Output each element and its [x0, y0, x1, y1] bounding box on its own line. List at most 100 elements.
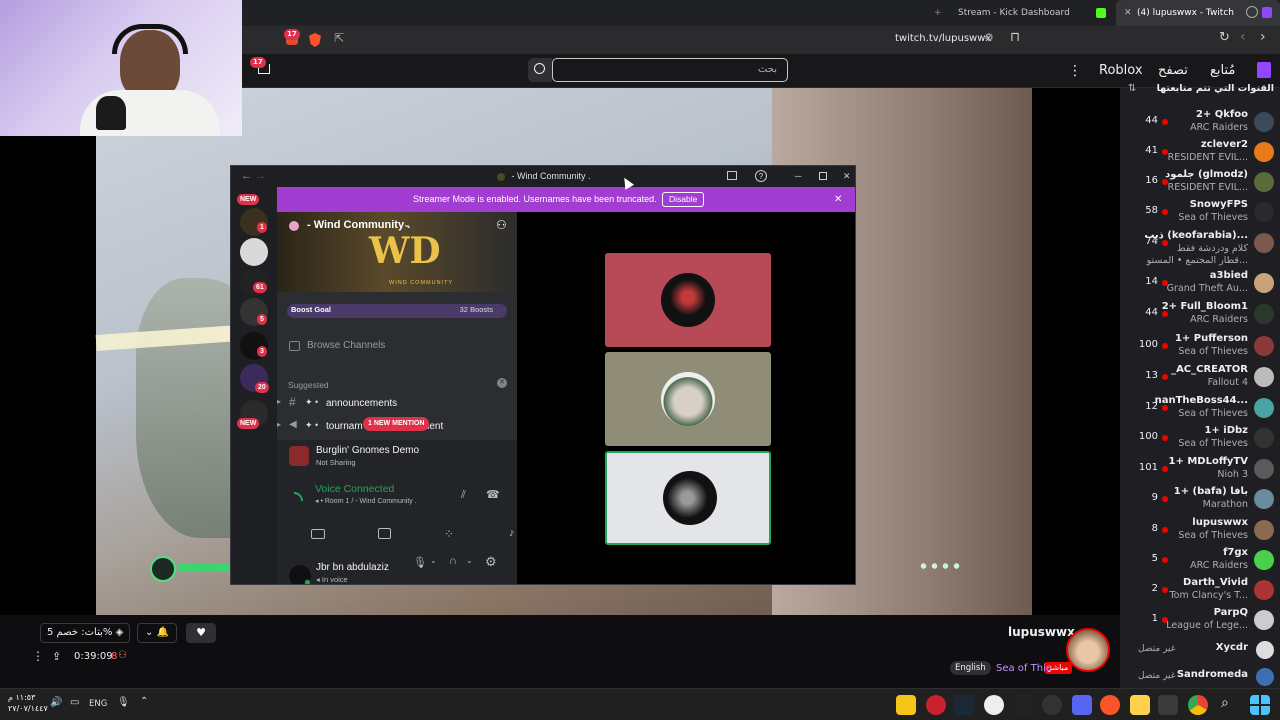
search-taskbar-icon[interactable]: ⌕ — [1221, 695, 1229, 711]
followed-channel-row[interactable]: 5 f7gx ARC Raiders — [1126, 546, 1280, 576]
tab-kick-dashboard[interactable]: Stream - Kick Dashboard — [958, 0, 1070, 26]
invite-icon[interactable]: ⚇ — [496, 218, 507, 232]
followed-channel-row[interactable]: 74 ذيب (keofarabia)... كلام ودردشة فقط قطار… — [1126, 229, 1280, 266]
headphones-icon[interactable]: ∩ — [449, 555, 457, 567]
discord-icon[interactable] — [1072, 695, 1092, 715]
voice-tile-speaking[interactable] — [605, 451, 771, 545]
streamer-name[interactable]: lupuswwx — [1008, 625, 1075, 639]
chevron-down-icon[interactable]: ⌄ — [403, 219, 411, 230]
back-icon[interactable]: ‹ — [1240, 29, 1246, 45]
game-link[interactable]: Sea of Thie — [996, 663, 1052, 674]
channel-announcements[interactable]: ▸ # ✦ • announcements — [277, 394, 517, 414]
followed-channel-row[interactable]: 44 2+ Qkfoo ARC Raiders — [1126, 108, 1280, 138]
followed-channel-row[interactable]: 9 1+ (bafa) بافا Marathon — [1126, 485, 1280, 515]
more-menu-icon[interactable]: ⋮ — [1068, 63, 1082, 79]
minimize-icon[interactable]: ─ — [795, 166, 801, 186]
followed-channel-row[interactable]: 16 جلمود (glmodz) RESIDENT EVIL... — [1126, 168, 1280, 198]
followed-channel-row[interactable]: 100 1+ Pufferson Sea of Thieves — [1126, 332, 1280, 362]
brave-icon[interactable] — [1100, 695, 1120, 715]
chrome-icon[interactable] — [1188, 695, 1208, 715]
nav-roblox[interactable]: Roblox — [1099, 63, 1143, 78]
server-icon[interactable] — [240, 238, 268, 266]
mic-icon[interactable]: 🎙 — [413, 556, 427, 569]
taskbar-app-icon[interactable] — [1042, 695, 1062, 715]
soundboard-icon[interactable]: ♪ — [509, 527, 515, 539]
offline-channel[interactable]: غير متصل Xycdr — [1126, 641, 1280, 659]
brave-shield-icon[interactable] — [309, 33, 321, 47]
volume-icon[interactable]: 🔊 — [50, 697, 62, 708]
windows-start-icon[interactable] — [1250, 695, 1270, 715]
bits-promo-button[interactable]: بتات: خصم 5% ◈ — [40, 623, 131, 643]
noise-suppression-icon[interactable]: ⫽ — [461, 489, 466, 502]
taskbar-app-icon[interactable] — [984, 695, 1004, 715]
followed-channel-row[interactable]: 44 2+ Full_Bloom1 ARC Raiders — [1126, 300, 1280, 330]
close-window-icon[interactable]: ✕ — [843, 166, 851, 186]
forward-icon[interactable]: › — [1260, 29, 1266, 45]
streamer-avatar[interactable] — [1066, 628, 1110, 672]
offline-channel[interactable]: غير متصل Sandromeda — [1126, 668, 1280, 686]
taskbar-app-icon[interactable] — [1158, 695, 1178, 715]
browse-channels[interactable]: Browse Channels — [307, 340, 385, 351]
nav-following[interactable]: مُتابع — [1210, 63, 1235, 78]
notifications-button[interactable]: ⌄ 🔔 — [137, 623, 177, 643]
reload-icon[interactable]: ↻ — [1219, 30, 1230, 45]
followed-channel-row[interactable]: 100 1+ iDbz Sea of Thieves — [1126, 424, 1280, 454]
taskbar-app-icon[interactable] — [896, 695, 916, 715]
tab-audio-icon[interactable] — [1246, 6, 1258, 18]
bookmark-icon[interactable]: ⊓ — [1010, 30, 1020, 45]
new-tab-plus-icon[interactable]: + — [934, 0, 942, 26]
voice-tile[interactable] — [605, 352, 771, 446]
mic-tray-icon[interactable]: 🎙 — [117, 697, 130, 708]
disconnect-icon[interactable]: ☎ — [486, 488, 500, 501]
followed-channel-row[interactable]: 1 ParpQ League of Lege... — [1126, 606, 1280, 636]
collapse-arrow-icon[interactable]: ⇅ — [1128, 83, 1136, 94]
more-options-icon[interactable]: ⋮ — [32, 649, 44, 663]
language-tag[interactable]: English — [950, 661, 991, 675]
inbox-icon[interactable] — [727, 171, 737, 180]
followed-channel-row[interactable]: 101 1+ MDLoffyTV Nioh 3 — [1126, 455, 1280, 485]
discord-titlebar[interactable]: ← → - Wind Community . ? ─ ✕ — [231, 166, 855, 186]
steam-icon[interactable] — [954, 695, 974, 715]
settings-gear-icon[interactable]: ⚙ — [485, 554, 497, 570]
clock[interactable]: ١١:٥٣ م ٢٧/٠٧/١٤٤٧ — [8, 692, 48, 714]
network-icon[interactable]: ▭ — [70, 697, 79, 708]
chevron-down-icon[interactable]: ⌄ — [466, 556, 473, 565]
followed-channel-row[interactable]: 2 Darth_Vivid Tom Clancy's T... — [1126, 576, 1280, 606]
followed-channel-row[interactable]: 13 _AC_CREATOR Fallout 4 — [1126, 363, 1280, 393]
back-arrow-icon[interactable]: ← — [241, 166, 252, 186]
nav-browse[interactable]: تصفح — [1158, 63, 1188, 78]
forward-arrow-icon[interactable]: → — [255, 166, 266, 186]
search-button[interactable] — [528, 58, 552, 82]
twitch-logo-icon[interactable] — [1257, 62, 1271, 78]
followed-channel-row[interactable]: 12 nanTheBoss44... Sea of Thieves — [1126, 394, 1280, 424]
site-settings-icon[interactable]: ⚙ — [984, 31, 994, 44]
share-icon[interactable]: ⇱ — [334, 31, 344, 45]
help-icon[interactable]: ? — [755, 170, 767, 182]
maximize-icon[interactable] — [819, 172, 827, 180]
new-mention-badge[interactable]: 1 NEW MENTION — [363, 417, 430, 431]
followed-channel-row[interactable]: 14 a3bied Grand Theft Au... — [1126, 269, 1280, 299]
disable-button[interactable]: Disable — [662, 192, 705, 207]
file-explorer-icon[interactable] — [1130, 695, 1150, 715]
channel-tournament[interactable]: ▸ ◀ ✦ • tournam ment 1 NEW MENTION — [277, 417, 517, 437]
share-icon[interactable]: ⇪ — [52, 650, 61, 663]
followed-channel-row[interactable]: 41 zclever2 RESIDENT EVIL... — [1126, 138, 1280, 168]
close-banner-icon[interactable]: ✕ — [834, 187, 842, 212]
tab-close-icon[interactable]: ✕ — [1124, 0, 1132, 26]
voice-tile[interactable] — [605, 253, 771, 347]
taskbar-app-icon[interactable] — [1014, 695, 1034, 715]
followed-channel-row[interactable]: 58 SnowyFPS Sea of Thieves — [1126, 198, 1280, 228]
dismiss-suggested-icon[interactable]: ✕ — [497, 378, 507, 388]
camera-off-icon[interactable] — [311, 529, 325, 539]
taskbar-app-icon[interactable] — [926, 695, 946, 715]
activities-icon[interactable]: ⁘ — [444, 527, 454, 541]
input-language[interactable]: ENG — [89, 699, 107, 709]
url-text[interactable]: twitch.tv/lupuswwx — [895, 33, 991, 44]
discord-window[interactable]: ← → - Wind Community . ? ─ ✕ NEW 1 61 5 … — [230, 165, 856, 585]
screen-share-icon[interactable] — [378, 528, 391, 539]
boost-goal-bar[interactable]: Boost Goal 32 Boosts — [287, 304, 507, 318]
followed-channel-row[interactable]: 8 lupuswwx Sea of Thieves — [1126, 516, 1280, 546]
search-input[interactable]: بحث — [552, 58, 788, 82]
chevron-down-icon[interactable]: ⌄ — [430, 556, 437, 565]
tray-expand-icon[interactable]: ⌃ — [140, 696, 148, 707]
